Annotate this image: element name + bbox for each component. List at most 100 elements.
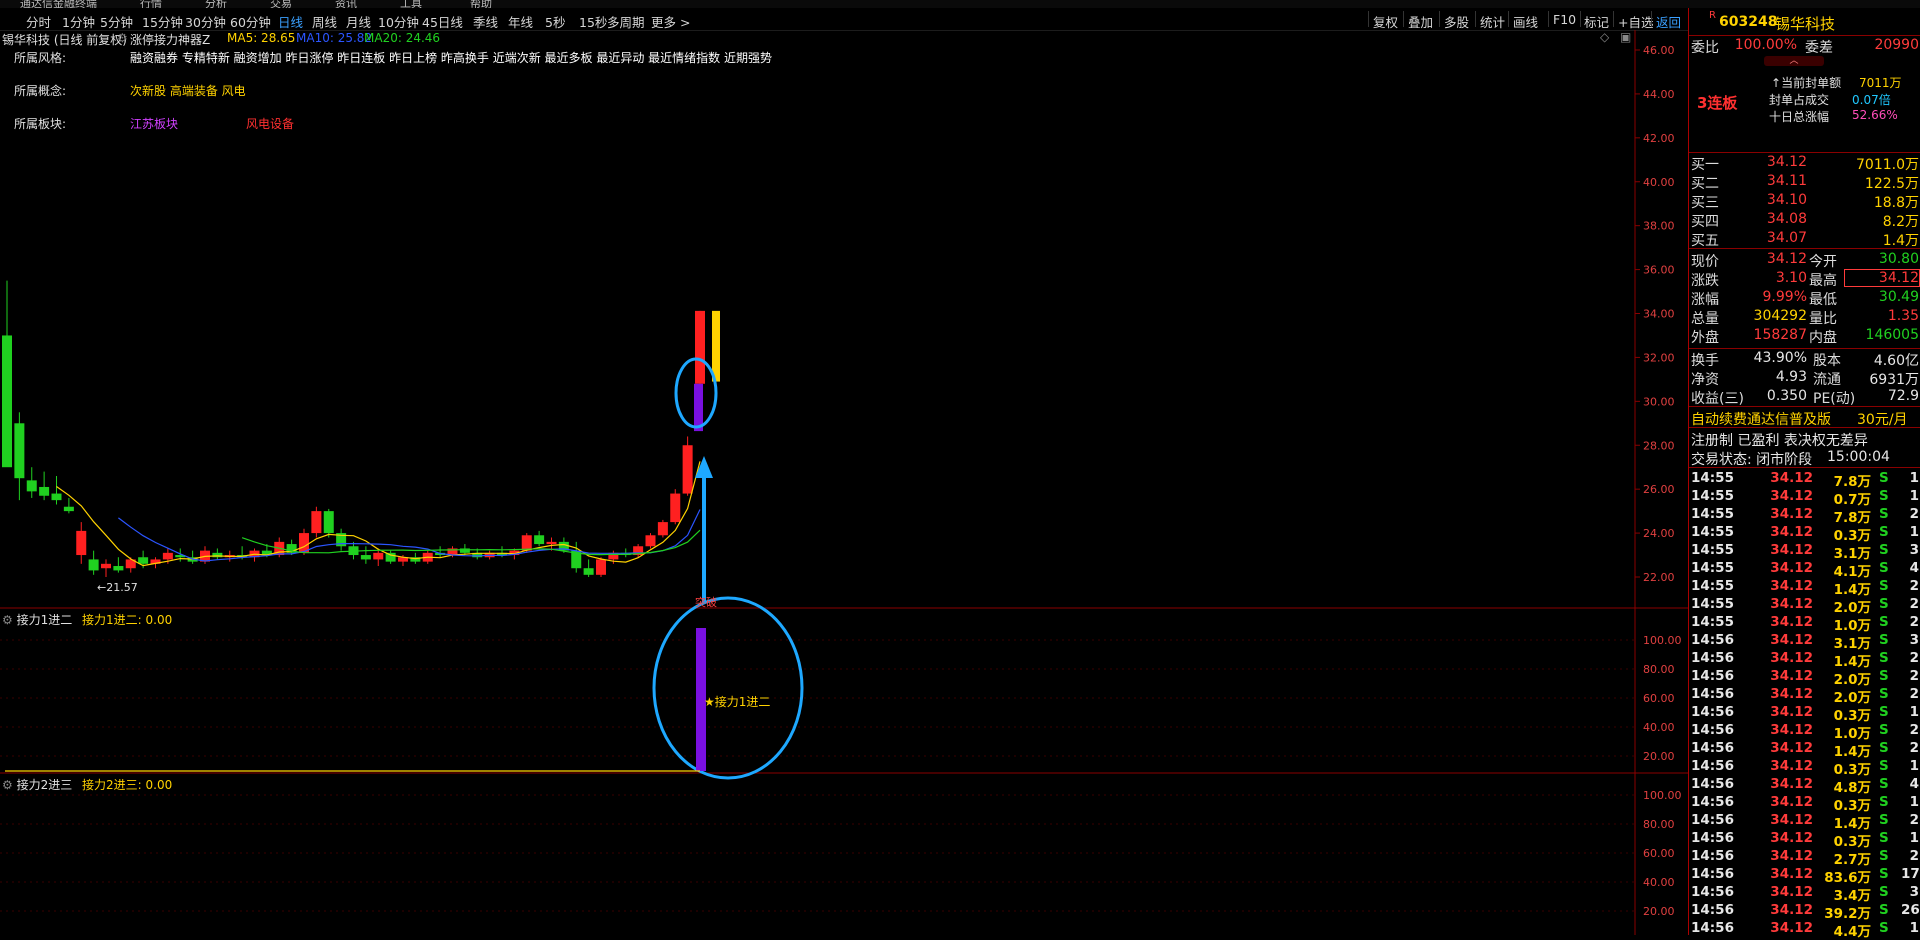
tick-row[interactable]: 14:56 34.12 4.8万 S 4	[1689, 776, 1920, 796]
bid-row[interactable]: 买四 34.08 8.2万	[1689, 211, 1920, 230]
tick-row[interactable]: 14:56 34.12 3.4万 S 3	[1689, 884, 1920, 904]
promo-row[interactable]: 自动续费通达信普及版 30元/月	[1689, 408, 1920, 429]
tick-price: 34.12	[1770, 884, 1813, 900]
bid-row[interactable]: 买一 34.12 7011.0万	[1689, 154, 1920, 173]
tick-time: 14:56	[1691, 722, 1734, 738]
panel2-name[interactable]: 接力2进三	[17, 778, 73, 792]
tick-row[interactable]: 14:56 34.12 1.0万 S 2	[1689, 722, 1920, 742]
candle-body	[88, 559, 99, 571]
kline-chart[interactable]: 46.00 44.00 42.00 40.00 38.00 36.00 34.00 32.00…	[0, 0, 1688, 935]
tick-price: 34.12	[1770, 542, 1813, 558]
tick-row[interactable]: 14:56 34.12 4.4万 S 1	[1689, 920, 1920, 940]
tick-side: S	[1879, 668, 1889, 684]
tick-row[interactable]: 14:55 34.12 2.0万 S 2	[1689, 596, 1920, 616]
tick-count: 17	[1901, 866, 1920, 882]
tick-row[interactable]: 14:56 34.12 39.2万 S 26	[1689, 902, 1920, 922]
quote-value: 304292	[1753, 308, 1807, 324]
fund-value: 6931万	[1869, 372, 1919, 388]
tick-row[interactable]: 14:56 34.12 1.4万 S 2	[1689, 650, 1920, 670]
tick-row[interactable]: 14:55 34.12 7.8万 S 1	[1689, 470, 1920, 490]
panel1-axis-label: 20.00	[1643, 750, 1675, 763]
tick-row[interactable]: 14:55 34.12 1.4万 S 2	[1689, 578, 1920, 598]
candle-body	[76, 530, 87, 556]
seal-amount: 7011万	[1859, 76, 1902, 90]
price-axis-label: 24.00	[1643, 527, 1675, 540]
tick-row[interactable]: 14:56 34.12 0.3万 S 1	[1689, 704, 1920, 724]
tick-volume: 4.8万	[1833, 780, 1871, 796]
tick-row[interactable]: 14:56 34.12 83.6万 S 17	[1689, 866, 1920, 886]
tick-count: 2	[1909, 740, 1919, 756]
tick-row[interactable]: 14:56 34.12 2.7万 S 2	[1689, 848, 1920, 868]
quote-value: 30.49	[1878, 289, 1919, 305]
tick-row[interactable]: 14:56 34.12 1.4万 S 2	[1689, 812, 1920, 832]
tick-count: 1	[1909, 470, 1919, 486]
tick-row[interactable]: 14:55 34.12 3.1万 S 3	[1689, 542, 1920, 562]
tick-price: 34.12	[1770, 650, 1813, 666]
bid-volume: 1.4万	[1882, 233, 1919, 249]
tick-row[interactable]: 14:55 34.12 4.1万 S 4	[1689, 560, 1920, 580]
tick-time: 14:55	[1691, 596, 1734, 612]
tick-row[interactable]: 14:56 34.12 2.0万 S 2	[1689, 668, 1920, 688]
panel1-name[interactable]: 接力1进二	[17, 613, 73, 627]
tick-time: 14:56	[1691, 704, 1734, 720]
bid-row[interactable]: 买五 34.07 1.4万	[1689, 230, 1920, 249]
collapse-button[interactable]: ︿	[1764, 56, 1824, 66]
fund-row: 换手 43.90% 股本 4.60亿	[1689, 350, 1920, 369]
tick-count: 2	[1909, 596, 1919, 612]
tick-side: S	[1879, 776, 1889, 792]
tick-price: 34.12	[1770, 470, 1813, 486]
bid-volume: 8.2万	[1882, 214, 1919, 230]
tick-time: 14:55	[1691, 524, 1734, 540]
candle-body	[63, 506, 74, 512]
quote-label: 涨跌	[1691, 273, 1719, 289]
tick-price: 34.12	[1770, 596, 1813, 612]
tick-count: 2	[1909, 650, 1919, 666]
tick-row[interactable]: 14:55 34.12 0.3万 S 1	[1689, 524, 1920, 544]
seal-ratio: 0.07倍	[1852, 93, 1891, 107]
tick-volume: 0.3万	[1833, 762, 1871, 778]
reg-row: 注册制 已盈利 表决权无差异	[1689, 429, 1920, 449]
quote-row: 涨幅 9.99% 最低 30.49	[1689, 289, 1920, 308]
tick-row[interactable]: 14:55 34.12 7.8万 S 2	[1689, 506, 1920, 526]
tick-side: S	[1879, 884, 1889, 900]
tick-row[interactable]: 14:55 34.12 1.0万 S 2	[1689, 614, 1920, 634]
tick-time: 14:56	[1691, 830, 1734, 846]
tick-time: 14:55	[1691, 488, 1734, 504]
panel1-gear-icon[interactable]: ⚙	[2, 613, 17, 627]
tick-time: 14:56	[1691, 812, 1734, 828]
tick-time: 14:56	[1691, 758, 1734, 774]
candle-body	[51, 493, 62, 501]
tick-row[interactable]: 14:56 34.12 0.3万 S 1	[1689, 758, 1920, 778]
tick-price: 34.12	[1770, 578, 1813, 594]
tick-row[interactable]: 14:56 34.12 0.3万 S 1	[1689, 794, 1920, 814]
tick-price: 34.12	[1770, 722, 1813, 738]
panel2-gear-icon[interactable]: ⚙	[2, 778, 17, 792]
tick-row[interactable]: 14:56 34.12 3.1万 S 3	[1689, 632, 1920, 652]
relay-label: ★接力1进二	[704, 695, 771, 709]
promo-text[interactable]: 自动续费通达信普及版	[1691, 409, 1831, 429]
candle-body	[546, 541, 557, 545]
tick-time: 14:55	[1691, 560, 1734, 576]
tick-volume: 7.8万	[1833, 510, 1871, 526]
tick-volume: 1.4万	[1833, 654, 1871, 670]
tick-price: 34.12	[1770, 668, 1813, 684]
tick-price: 34.12	[1770, 632, 1813, 648]
fund-label: 流通	[1813, 372, 1841, 388]
tick-time: 14:56	[1691, 794, 1734, 810]
wc-value: 20990	[1874, 37, 1919, 53]
panel2-axis-label: 80.00	[1643, 818, 1675, 831]
tick-row[interactable]: 14:56 34.12 1.4万 S 2	[1689, 740, 1920, 760]
candle-body	[385, 552, 396, 562]
bid-row[interactable]: 买三 34.10 18.8万	[1689, 192, 1920, 211]
tick-price: 34.12	[1770, 920, 1813, 936]
promo-price[interactable]: 30元/月	[1857, 409, 1908, 429]
tick-count: 3	[1909, 542, 1919, 558]
tick-time: 14:55	[1691, 470, 1734, 486]
tick-side: S	[1879, 542, 1889, 558]
tick-row[interactable]: 14:56 34.12 0.3万 S 1	[1689, 830, 1920, 850]
candle-body	[596, 559, 606, 575]
tick-row[interactable]: 14:55 34.12 0.7万 S 1	[1689, 488, 1920, 508]
tick-time: 14:56	[1691, 848, 1734, 864]
bid-row[interactable]: 买二 34.11 122.5万	[1689, 173, 1920, 192]
tick-row[interactable]: 14:56 34.12 2.0万 S 2	[1689, 686, 1920, 706]
